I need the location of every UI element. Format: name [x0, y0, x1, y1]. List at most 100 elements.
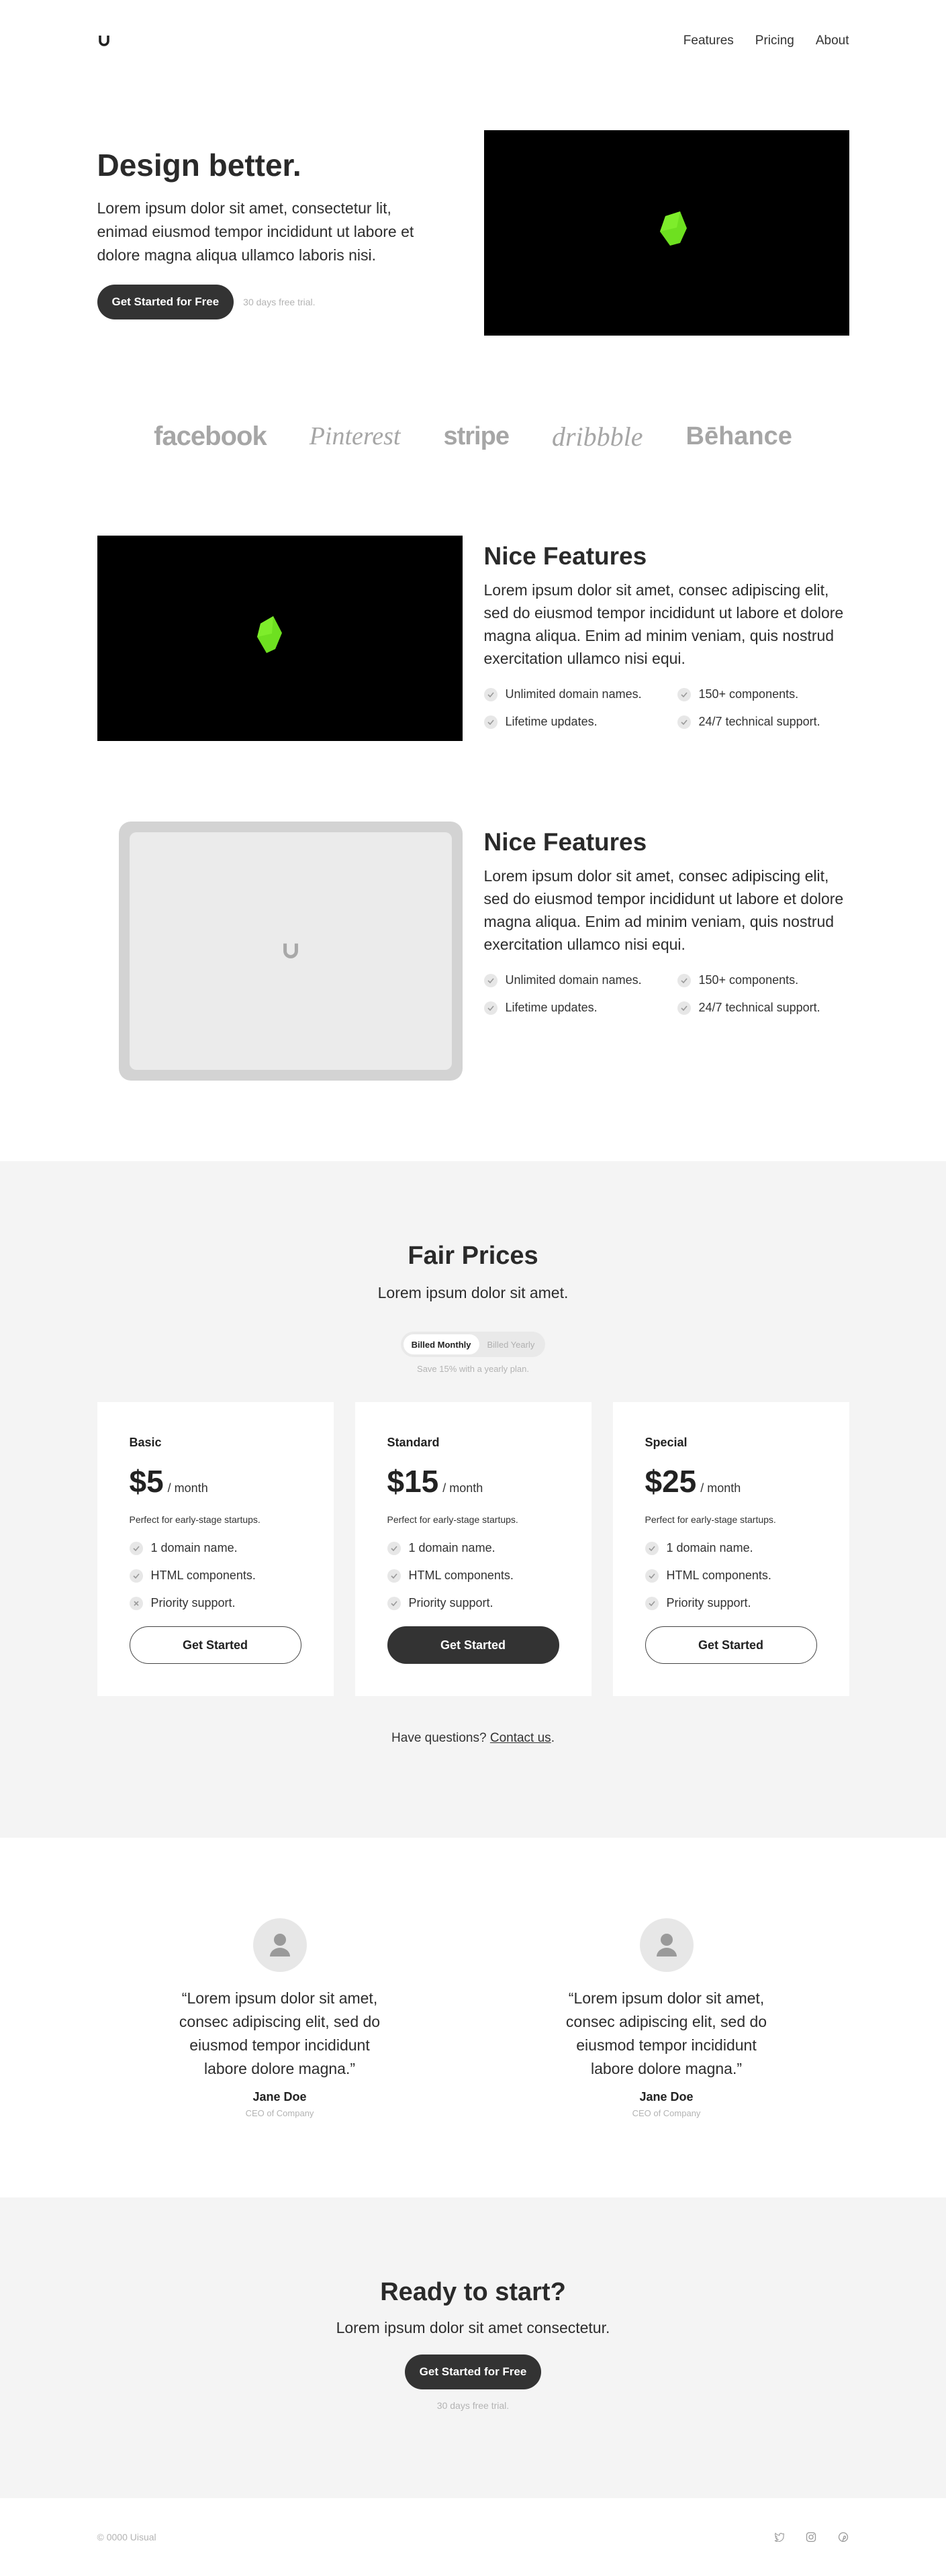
plan-feature: Priority support. [645, 1596, 817, 1610]
questions-text: Have questions? [391, 1731, 487, 1745]
dribbble-logo: dribbble [551, 421, 643, 452]
plan-feature-label: HTML components. [666, 1569, 771, 1582]
plan-feature-label: Priority support. [150, 1596, 236, 1609]
check-icon [387, 1596, 401, 1610]
get-started-button[interactable]: Get Started for Free [97, 284, 234, 319]
plan-price: $25/ month [645, 1463, 817, 1499]
plan-feature-label: Priority support. [666, 1596, 751, 1609]
check-icon [483, 1001, 498, 1015]
feature-checklist: Unlimited domain names. 150+ components.… [483, 973, 849, 1015]
feature-title: Nice Features [483, 542, 647, 570]
plan-feature-label: 1 domain name. [150, 1541, 238, 1554]
price-period: / month [700, 1481, 741, 1495]
check-icon [129, 1541, 143, 1555]
save-note: Save 15% with a yearly plan. [417, 1364, 529, 1374]
brand-logos: facebook Pinterest stripe dribbble Bēhan… [97, 416, 849, 456]
plan-feature-label: HTML components. [408, 1569, 514, 1582]
green-shape-icon [659, 211, 687, 246]
plan-feature: 1 domain name. [129, 1541, 301, 1555]
check-icon [677, 973, 691, 987]
feature-text: Lorem ipsum dolor sit amet, consec adipi… [483, 581, 844, 667]
feature-section-2: Nice Features Lorem ipsum dolor sit amet… [97, 822, 849, 1081]
billing-toggle: Billed Monthly Billed Yearly [400, 1332, 546, 1357]
feature-checklist: Unlimited domain names. 150+ components.… [483, 687, 849, 729]
twitter-icon[interactable] [773, 2531, 785, 2543]
plan-feature-label: 1 domain name. [666, 1541, 753, 1554]
ready-get-started-button[interactable]: Get Started for Free [404, 2355, 542, 2389]
plan-feature: HTML components. [387, 1569, 559, 1583]
testimonial-quote: “Lorem ipsum dolor sit amet, consec adip… [565, 1989, 767, 2077]
hero-cta-row: Get Started for Free 30 days free trial. [97, 284, 446, 319]
plan-feature-label: 1 domain name. [408, 1541, 495, 1554]
cross-icon [129, 1596, 143, 1610]
check-icon [677, 1001, 691, 1015]
nav-link-about[interactable]: About [816, 34, 849, 48]
hero-text: Lorem ipsum dolor sit amet, consectetur … [97, 199, 414, 264]
plan-features: 1 domain name. HTML components. Priority… [387, 1541, 559, 1610]
contact-us-link[interactable]: Contact us [490, 1731, 551, 1745]
feature-item-label: 24/7 technical support. [698, 1001, 820, 1014]
social-links [773, 2531, 849, 2543]
stripe-logo: stripe [443, 422, 509, 450]
feature-video[interactable] [97, 536, 463, 741]
check-icon [483, 973, 498, 987]
plan-feature: HTML components. [129, 1569, 301, 1583]
behance-logo: Bēhance [685, 422, 792, 450]
price-period: / month [442, 1481, 483, 1495]
logo[interactable] [97, 34, 111, 48]
plan-feature: 1 domain name. [387, 1541, 559, 1555]
logo-icon [283, 943, 298, 958]
feature-item-label: 150+ components. [698, 973, 799, 987]
feature-item-label: 150+ components. [698, 687, 799, 701]
check-icon [677, 687, 691, 701]
plan-name: Basic [129, 1436, 162, 1449]
check-icon [645, 1569, 659, 1583]
pricing-subtitle: Lorem ipsum dolor sit amet. [377, 1284, 569, 1301]
pricing-card-standard: Standard $15/ month Perfect for early-st… [354, 1402, 592, 1696]
testimonial-name: Jane Doe [639, 2090, 694, 2103]
hero-video[interactable] [483, 130, 849, 336]
questions-line: Have questions? Contact us. [97, 1731, 849, 1746]
price-amount: $5 [129, 1464, 164, 1499]
ready-trial-note: 30 days free trial. [436, 2400, 510, 2411]
facebook-logo: facebook [154, 421, 267, 451]
nav-link-features[interactable]: Features [683, 34, 734, 48]
ready-section: Ready to start? Lorem ipsum dolor sit am… [0, 2197, 946, 2498]
get-started-basic-button[interactable]: Get Started [129, 1626, 301, 1664]
pinterest-icon[interactable] [837, 2531, 849, 2543]
trial-note: 30 days free trial. [243, 296, 316, 307]
feature-item-label: Lifetime updates. [505, 1001, 598, 1014]
hero-title: Design better. [97, 147, 301, 183]
check-icon [483, 687, 498, 701]
billed-monthly-button[interactable]: Billed Monthly [403, 1334, 479, 1354]
instagram-icon[interactable] [805, 2531, 817, 2543]
check-icon [645, 1596, 659, 1610]
nav-link-pricing[interactable]: Pricing [755, 34, 794, 48]
get-started-special-button[interactable]: Get Started [645, 1626, 817, 1664]
footer: © 0000 Uisual [97, 2498, 849, 2576]
feature-title: Nice Features [483, 828, 647, 856]
check-icon [483, 715, 498, 729]
plan-features: 1 domain name. HTML components. Priority… [645, 1541, 817, 1610]
questions-period: . [551, 1731, 555, 1745]
feature-item: 150+ components. [677, 973, 849, 987]
price-period: / month [167, 1481, 208, 1495]
plan-feature: HTML components. [645, 1569, 817, 1583]
plan-price: $15/ month [387, 1463, 559, 1499]
feature-section-1: Nice Features Lorem ipsum dolor sit amet… [97, 536, 849, 741]
feature-content: Nice Features Lorem ipsum dolor sit amet… [483, 536, 849, 729]
plan-feature-label: Priority support. [408, 1596, 493, 1609]
ready-title: Ready to start? [380, 2278, 566, 2306]
get-started-standard-button[interactable]: Get Started [387, 1626, 559, 1664]
avatar [252, 1918, 307, 1972]
price-amount: $15 [387, 1464, 439, 1499]
feature-item: 150+ components. [677, 687, 849, 701]
device-screen [129, 832, 452, 1070]
feature-item: 24/7 technical support. [677, 715, 849, 729]
pricing-section: Fair Prices Lorem ipsum dolor sit amet. … [0, 1161, 946, 1838]
green-shape-icon [256, 616, 282, 653]
plan-description: Perfect for early-stage startups. [387, 1514, 518, 1525]
plan-name: Special [645, 1436, 688, 1449]
pricing-cards: Basic $5/ month Perfect for early-stage … [97, 1402, 849, 1696]
billed-yearly-button[interactable]: Billed Yearly [479, 1334, 543, 1354]
